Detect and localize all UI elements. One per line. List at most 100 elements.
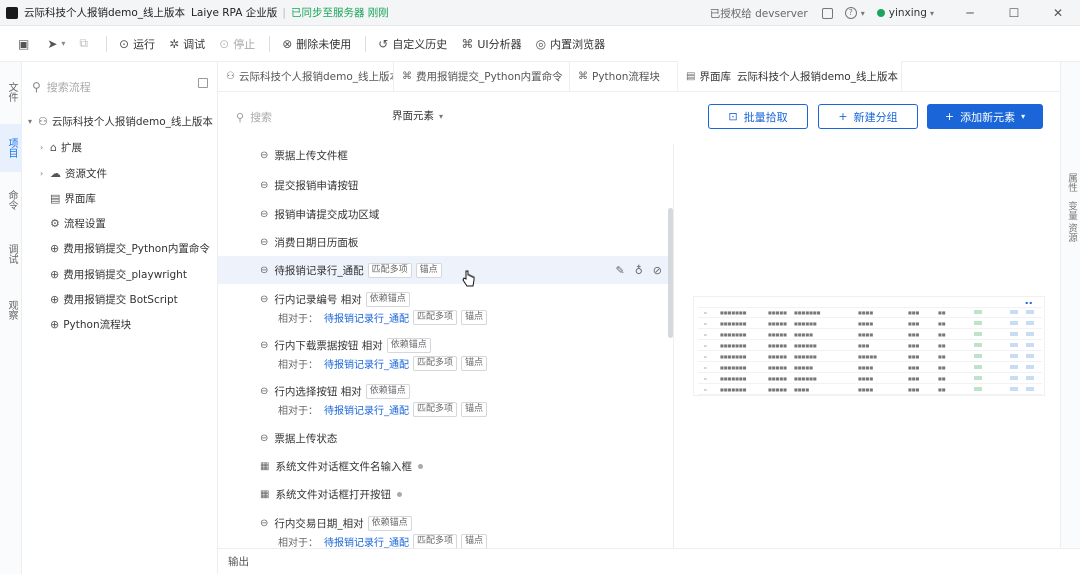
element-type-select[interactable]: 界面元素 ▾ bbox=[392, 108, 443, 123]
panel-resources[interactable]: 资源 bbox=[1061, 212, 1080, 252]
tag-match-multi: 匹配多项 bbox=[367, 263, 412, 278]
user-menu[interactable]: yinxing ▾ bbox=[876, 7, 934, 19]
list-scrollbar[interactable] bbox=[668, 208, 673, 338]
tree-root[interactable]: ▾ ⚇ 云际科技个人报销demo_线上版本 bbox=[28, 114, 213, 129]
list-item[interactable]: ⊖ 行内选择按钮 相对 依赖锚点 相对于： 待报销记录行_通配 匹配多项 锚点 bbox=[218, 380, 673, 422]
anchor-link[interactable]: 待报销记录行_通配 bbox=[324, 356, 409, 371]
chevron-right-icon: › bbox=[40, 169, 44, 178]
element-icon: ⊖ bbox=[260, 209, 269, 220]
tree-item-ui-library[interactable]: ▤ 界面库 bbox=[50, 191, 96, 206]
status-dot-icon bbox=[417, 464, 423, 469]
element-icon: ⊖ bbox=[260, 433, 269, 444]
close-window-button[interactable]: ✕ bbox=[1036, 0, 1080, 26]
list-item-selected[interactable]: ⊖ 待报销记录行_通配 匹配多项 锚点 ✎ ♁ ⊘ bbox=[218, 256, 673, 284]
debug-icon: ✲ bbox=[169, 36, 180, 51]
help-dropdown-icon[interactable]: ▾ bbox=[861, 9, 865, 18]
list-item[interactable]: ⊖ 消费日期日历面板 bbox=[218, 229, 673, 255]
activity-item-command[interactable]: 命令 bbox=[0, 180, 22, 220]
element-icon: ⊖ bbox=[260, 180, 269, 191]
element-icon: ⊖ bbox=[260, 265, 269, 276]
plus-icon: + bbox=[944, 110, 955, 123]
save-icon[interactable]: ▣ bbox=[18, 37, 33, 51]
flow-search-input[interactable]: ⚲ 搜索流程 bbox=[32, 76, 188, 98]
app-logo-icon bbox=[6, 6, 18, 19]
chevron-right-icon: › bbox=[40, 143, 44, 152]
pick-icon: ⊡ bbox=[728, 110, 738, 123]
tab-python-block[interactable]: ⌘ Python流程块 bbox=[570, 61, 678, 91]
element-icon: ⊖ bbox=[260, 386, 269, 397]
publish-icon[interactable]: ➤ ▾ bbox=[47, 37, 65, 51]
element-list: ⊖ 票据上传文件框 ⊖ 提交报销申请按钮 ⊖ 报销申请提交成功区域 ⊖ 消费日期日历面板… bbox=[218, 144, 674, 548]
collapse-icon[interactable] bbox=[198, 78, 208, 88]
run-button[interactable]: ⊙ 运行 bbox=[119, 36, 155, 52]
add-element-button[interactable]: + 添加新元素 ▾ bbox=[927, 104, 1043, 129]
library-icon: ▤ bbox=[686, 70, 696, 82]
anchor-link[interactable]: 待报销记录行_通配 bbox=[324, 534, 409, 548]
filter-bar: ⚲ 搜索 界面元素 ▾ ⊡ 批量拾取 + 新建分组 + 添加新元素 ▾ bbox=[218, 92, 1080, 144]
right-panel-bar: 属性 变量 资源 bbox=[1060, 62, 1080, 574]
tree-item-flow-playwright[interactable]: ⊕ 费用报销提交_playwright bbox=[50, 267, 187, 282]
tree-item-flow-settings[interactable]: ⚙ 流程设置 bbox=[50, 216, 106, 231]
new-group-button[interactable]: + 新建分组 bbox=[818, 104, 918, 129]
tree-item-python-block[interactable]: ⊕ Python流程块 bbox=[50, 317, 131, 332]
tree-item-extension[interactable]: › ⌂ 扩展 bbox=[40, 140, 82, 155]
anchor-link[interactable]: 待报销记录行_通配 bbox=[324, 310, 409, 325]
list-item[interactable]: ▦ 系统文件对话框文件名输入框 bbox=[218, 454, 673, 480]
output-panel[interactable]: 输出 bbox=[218, 548, 1080, 574]
list-item[interactable]: ⊖ 票据上传文件框 bbox=[218, 144, 673, 168]
debug-button[interactable]: ✲ 调试 bbox=[169, 36, 205, 52]
highlight-icon[interactable]: ♁ bbox=[635, 264, 643, 277]
library-icon: ▤ bbox=[50, 192, 61, 205]
tag-depends-anchor: 依赖锚点 bbox=[367, 516, 412, 531]
activity-item-watch[interactable]: 观察 bbox=[0, 290, 22, 330]
main-toolbar: ▣ ➤ ▾ ⧉ ⊙ 运行 ✲ 调试 ⊙ 停止 ⊗ 删除未使用 ↺ 自定义历史 ⌘ UI分析器 … bbox=[0, 26, 1080, 62]
list-item[interactable]: ⊖ 提交报销申请按钮 bbox=[218, 172, 673, 198]
tab-python-flow[interactable]: ⌘ 费用报销提交_Python内置命令 bbox=[394, 61, 570, 91]
element-icon: ⊖ bbox=[260, 518, 269, 529]
layout-icon[interactable] bbox=[821, 7, 833, 19]
verify-icon[interactable]: ⊘ bbox=[653, 264, 662, 277]
minimize-button[interactable]: ─ bbox=[948, 0, 992, 26]
element-search-input[interactable]: ⚲ 搜索 bbox=[236, 106, 366, 128]
extension-icon: ⌂ bbox=[50, 141, 57, 154]
title-bar: 云际科技个人报销demo_线上版本 Laiye RPA 企业版 | 已同步至服务… bbox=[0, 0, 1080, 26]
play-icon: ⊙ bbox=[119, 36, 130, 51]
export-icon[interactable]: ⧉ bbox=[79, 36, 92, 51]
tree-item-flow-botscript[interactable]: ⊕ 费用报销提交 BotScript bbox=[50, 292, 178, 307]
activity-item-debug[interactable]: 调试 bbox=[0, 232, 22, 276]
help-icon[interactable]: ? bbox=[844, 7, 857, 19]
list-item[interactable]: ⊖ 行内记录编号 相对 依赖锚点 相对于： 待报销记录行_通配 匹配多项 锚点 bbox=[218, 288, 673, 330]
ui-analyzer-button[interactable]: ⌘ UI分析器 bbox=[461, 36, 521, 52]
search-icon: ⚲ bbox=[32, 80, 41, 94]
maximize-button[interactable]: ☐ bbox=[992, 0, 1036, 26]
activity-item-file[interactable]: 文件 bbox=[0, 72, 22, 112]
list-item[interactable]: ⊖ 票据上传状态 bbox=[218, 426, 673, 452]
edit-icon[interactable]: ✎ bbox=[616, 264, 625, 277]
list-item[interactable]: ▦ 系统文件对话框打开按钮 bbox=[218, 482, 673, 508]
tab-ui-library[interactable]: ▤界面库云际科技个人报销demo_线上版本✕ bbox=[678, 61, 902, 91]
authorized-text: 已授权给 devserver bbox=[709, 7, 808, 20]
tab-main-flow[interactable]: ⚇ 云际科技个人报销demo_线上版本 bbox=[218, 61, 394, 91]
element-icon: ⊖ bbox=[260, 237, 269, 248]
list-item[interactable]: ⊖ 报销申请提交成功区域 bbox=[218, 201, 673, 227]
builtin-browser-button[interactable]: ◎ 内置浏览器 bbox=[536, 36, 605, 52]
plus-icon: + bbox=[838, 110, 848, 123]
delete-unused-button[interactable]: ⊗ 删除未使用 bbox=[282, 36, 351, 52]
flow-icon: ⊕ bbox=[50, 268, 60, 281]
stop-button[interactable]: ⊙ 停止 bbox=[219, 36, 255, 52]
project-title: 云际科技个人报销demo_线上版本 bbox=[24, 7, 186, 19]
list-item[interactable]: ⊖ 行内交易日期_相对 依赖锚点 相对于： 待报销记录行_通配 匹配多项 锚点 bbox=[218, 510, 673, 548]
element-icon: ⊖ bbox=[260, 340, 269, 351]
list-item[interactable]: ⊖ 行内下载票据按钮 相对 依赖锚点 相对于： 待报销记录行_通配 匹配多项 锚点 bbox=[218, 334, 673, 376]
element-preview: ▪ ▪ ▫ ■■■■■■■ ■■■■■ ■■■■■■■ ■■■■ ■■■ ■■ ▫ ■■■■■… bbox=[675, 144, 1080, 548]
activity-item-project[interactable]: 项目 bbox=[0, 124, 22, 172]
python-icon: ⌘ bbox=[578, 70, 588, 82]
batch-pick-button[interactable]: ⊡ 批量拾取 bbox=[708, 104, 808, 129]
tree-item-flow-python[interactable]: ⊕ 费用报销提交_Python内置命令 bbox=[50, 241, 210, 256]
window-icon: ▦ bbox=[260, 489, 270, 500]
history-button[interactable]: ↺ 自定义历史 bbox=[378, 36, 447, 52]
hand-cursor-icon bbox=[462, 270, 475, 287]
anchor-link[interactable]: 待报销记录行_通配 bbox=[324, 402, 409, 417]
editor-tabs: ⚇ 云际科技个人报销demo_线上版本 ⌘ 费用报销提交_Python内置命令 ⌘ P… bbox=[218, 61, 1080, 92]
tree-item-resources[interactable]: › ☁ 资源文件 bbox=[40, 166, 107, 181]
